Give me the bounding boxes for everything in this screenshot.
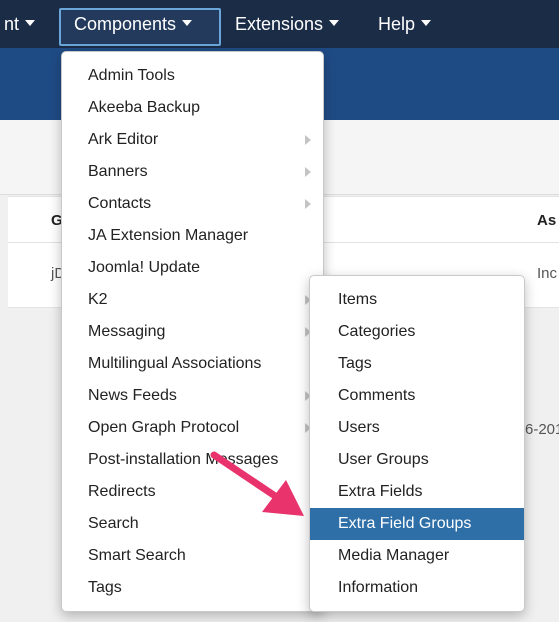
menu-item-multilingual-associations[interactable]: Multilingual Associations [62, 348, 323, 380]
menu-item-ja-extension-manager[interactable]: JA Extension Manager [62, 220, 323, 252]
menu-item-label: Banners [88, 163, 148, 180]
submenu-item-label: Information [338, 579, 419, 596]
submenu-item-label: Extra Fields [338, 483, 423, 500]
chevron-right-icon [305, 135, 311, 145]
menu-item-label: Smart Search [88, 547, 186, 564]
table-cell: Inc [537, 265, 558, 282]
menu-item-label: Search [88, 515, 139, 532]
submenu-item-user-groups[interactable]: User Groups [310, 444, 524, 476]
menu-item-messaging[interactable]: Messaging [62, 316, 323, 348]
menu-item-label: K2 [88, 291, 108, 308]
menu-item-smart-search[interactable]: Smart Search [62, 540, 323, 572]
components-menu: Admin Tools Akeeba Backup Ark Editor Ban… [61, 51, 324, 612]
menu-item-news-feeds[interactable]: News Feeds [62, 380, 323, 412]
chevron-right-icon [305, 199, 311, 209]
menu-item-tags[interactable]: Tags [62, 572, 323, 604]
menu-item-label: Ark Editor [88, 131, 159, 148]
submenu-item-label: Comments [338, 387, 416, 404]
table-header-as: As [537, 212, 557, 229]
nav-item-components[interactable]: Components [74, 0, 193, 48]
menu-item-label: Akeeba Backup [88, 99, 201, 116]
menu-item-joomla-update[interactable]: Joomla! Update [62, 252, 323, 284]
menu-item-label: Contacts [88, 195, 152, 212]
nav-item-help[interactable]: Help [378, 0, 432, 48]
k2-submenu: Items Categories Tags Comments Users Use… [309, 275, 525, 612]
nav-item-extensions[interactable]: Extensions [235, 0, 340, 48]
submenu-item-extra-fields[interactable]: Extra Fields [310, 476, 524, 508]
caret-down-icon [25, 20, 36, 27]
submenu-item-label: Categories [338, 323, 416, 340]
submenu-item-categories[interactable]: Categories [310, 316, 524, 348]
nav-label: Components [74, 14, 177, 34]
submenu-item-label: User Groups [338, 451, 429, 468]
menu-item-contacts[interactable]: Contacts [62, 188, 323, 220]
submenu-item-label: Extra Field Groups [338, 515, 472, 532]
submenu-item-items[interactable]: Items [310, 284, 524, 316]
submenu-item-label: Items [338, 291, 378, 308]
menu-item-label: Post-installation Messages [88, 451, 279, 468]
nav-label: nt [4, 14, 20, 34]
submenu-item-tags[interactable]: Tags [310, 348, 524, 380]
date-text: 6-201 [525, 421, 559, 438]
caret-down-icon [329, 20, 340, 27]
menu-item-label: Admin Tools [88, 67, 175, 84]
submenu-item-label: Tags [338, 355, 372, 372]
menu-item-ark-editor[interactable]: Ark Editor [62, 124, 323, 156]
menu-item-open-graph-protocol[interactable]: Open Graph Protocol [62, 412, 323, 444]
screen: nt Components Extensions Help G As jD In… [0, 0, 559, 622]
caret-down-icon [182, 20, 193, 27]
caret-down-icon [421, 20, 432, 27]
submenu-item-extra-field-groups[interactable]: Extra Field Groups [310, 508, 524, 540]
menu-item-redirects[interactable]: Redirects [62, 476, 323, 508]
menu-item-label: News Feeds [88, 387, 177, 404]
submenu-item-media-manager[interactable]: Media Manager [310, 540, 524, 572]
menu-item-label: Messaging [88, 323, 166, 340]
menu-item-k2[interactable]: K2 [62, 284, 323, 316]
submenu-item-comments[interactable]: Comments [310, 380, 524, 412]
menu-item-label: Redirects [88, 483, 156, 500]
menu-item-post-installation-messages[interactable]: Post-installation Messages [62, 444, 323, 476]
menu-item-search[interactable]: Search [62, 508, 323, 540]
menu-item-label: Joomla! Update [88, 259, 201, 276]
submenu-item-label: Users [338, 419, 380, 436]
menu-item-banners[interactable]: Banners [62, 156, 323, 188]
menu-item-label: Tags [88, 579, 122, 596]
menu-item-akeeba-backup[interactable]: Akeeba Backup [62, 92, 323, 124]
menu-item-label: Multilingual Associations [88, 355, 262, 372]
nav-label: Extensions [235, 14, 324, 34]
chevron-right-icon [305, 167, 311, 177]
top-navbar: nt Components Extensions Help [0, 0, 559, 48]
nav-item-content[interactable]: nt [4, 0, 36, 48]
menu-item-label: Open Graph Protocol [88, 419, 240, 436]
submenu-item-information[interactable]: Information [310, 572, 524, 604]
submenu-item-label: Media Manager [338, 547, 450, 564]
menu-item-admin-tools[interactable]: Admin Tools [62, 60, 323, 92]
menu-item-label: JA Extension Manager [88, 227, 249, 244]
submenu-item-users[interactable]: Users [310, 412, 524, 444]
nav-label: Help [378, 14, 416, 34]
